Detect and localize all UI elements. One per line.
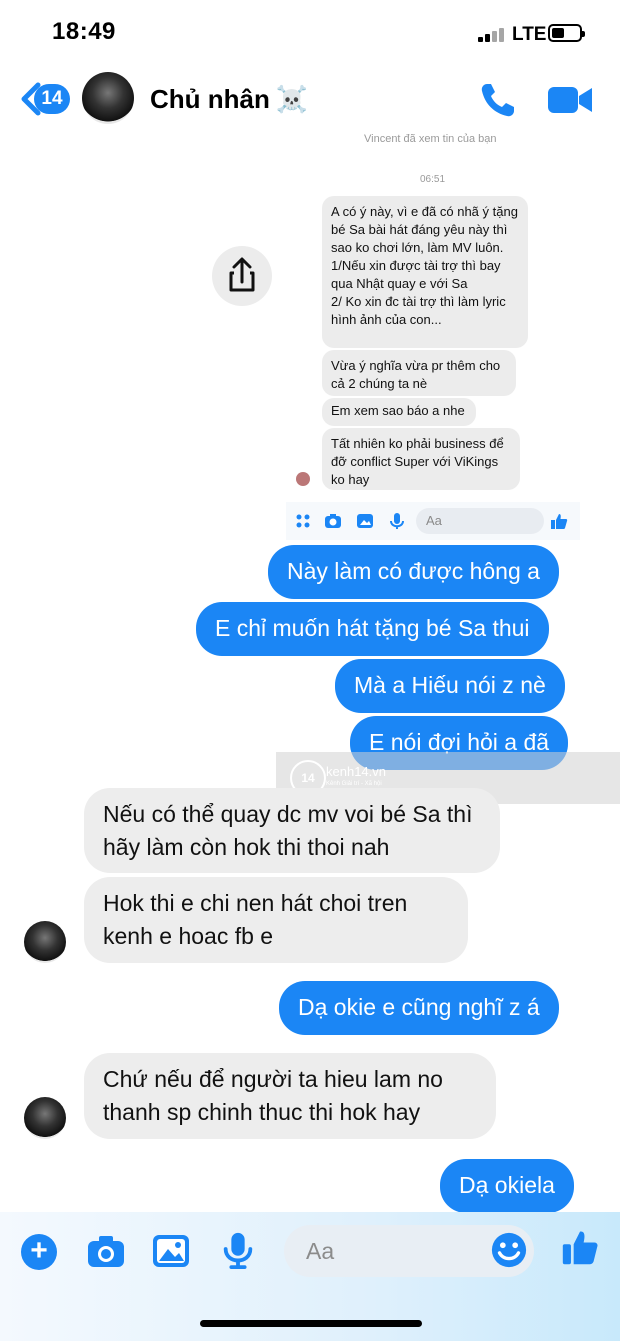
incoming-message: Hok thi e chi nen hát choi tren kenh e h… (84, 877, 468, 963)
incoming-message: Nếu có thể quay dc mv voi bé Sa thì hãy … (84, 788, 500, 873)
seen-receipt: Vincent đã xem tin của bạn (364, 133, 497, 145)
battery-icon (548, 24, 585, 42)
network-label: LTE (512, 24, 547, 45)
skull-emoji: ☠️ (275, 84, 309, 114)
status-time: 18:49 (52, 18, 116, 45)
contact-avatar-small[interactable] (24, 1097, 66, 1139)
contact-name: Chủ nhân (150, 84, 270, 114)
apps-icon (296, 514, 310, 528)
outgoing-message: E chỉ muốn hát tặng bé Sa thui (196, 602, 549, 656)
outgoing-message: Dạ okiela (440, 1159, 574, 1213)
inner-contact-avatar (296, 472, 310, 486)
watermark-tagline: Kênh Giải trí - Xã hội (326, 781, 382, 787)
video-call-icon[interactable] (548, 84, 592, 116)
home-indicator[interactable] (200, 1320, 422, 1327)
unread-count-badge[interactable]: 14 (34, 84, 70, 114)
gallery-icon (357, 514, 373, 528)
contact-avatar-small[interactable] (24, 921, 66, 963)
incoming-message: Chứ nếu để người ta hieu lam no thanh sp… (84, 1053, 496, 1139)
inner-message-bubble: Tất nhiên ko phải business để đỡ conflic… (322, 428, 520, 490)
inner-message-bubble: Vừa ý nghĩa vừa pr thêm cho cả 2 chúng t… (322, 350, 516, 396)
plus-button[interactable]: + (21, 1234, 57, 1270)
inner-message-bubble: Em xem sao báo a nhe (322, 398, 476, 426)
inner-message-bubble: A có ý này, vì e đã có nhã ý tặng bé Sa … (322, 196, 528, 348)
camera-icon (325, 514, 341, 528)
signal-icon (478, 26, 506, 42)
thumbs-up-icon (551, 514, 568, 529)
camera-icon[interactable] (86, 1232, 126, 1270)
emoji-icon[interactable] (489, 1231, 529, 1269)
microphone-icon (390, 513, 404, 529)
contact-avatar[interactable] (82, 72, 134, 124)
message-timestamp: 06:51 (420, 174, 446, 185)
outgoing-message: Này làm có được hông a (268, 545, 559, 599)
phone-call-icon[interactable] (478, 80, 518, 120)
microphone-icon[interactable] (218, 1231, 258, 1269)
watermark-site: kenh14.vn (326, 764, 386, 779)
contact-name-row[interactable]: Chủ nhân ☠️ (150, 84, 308, 115)
share-button[interactable] (212, 246, 272, 306)
share-icon (229, 257, 255, 292)
inner-message-input: Aa (416, 508, 544, 534)
gallery-icon[interactable] (151, 1232, 191, 1270)
outgoing-message: Dạ okie e cũng nghĩ z á (279, 981, 559, 1035)
thumbs-up-icon[interactable] (560, 1228, 600, 1266)
outgoing-message: Mà a Hiếu nói z nè (335, 659, 565, 713)
